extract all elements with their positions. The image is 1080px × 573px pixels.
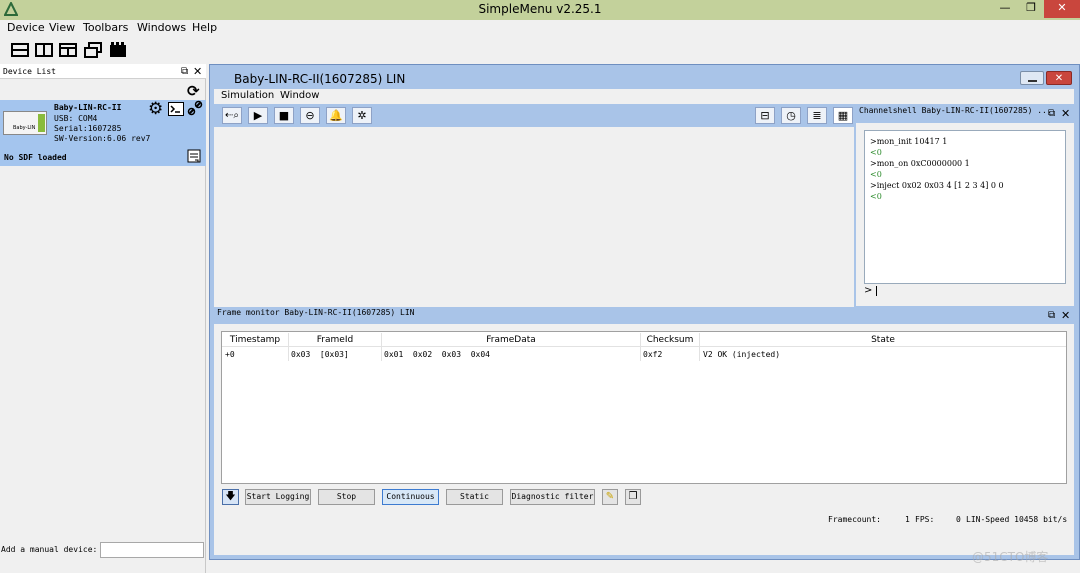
stop-button[interactable]: Stop <box>318 489 375 505</box>
channelshell-title: Channelshell Baby-LIN-RC-II(1607285) ... <box>859 106 1052 115</box>
frame-monitor-float-icon[interactable]: ⧉ <box>1048 310 1055 321</box>
sdf-status: No SDF loaded <box>4 153 67 162</box>
search-frame-icon[interactable]: ⇠⌕ <box>222 107 242 124</box>
menu-toolbars[interactable]: Toolbars <box>83 20 128 36</box>
layout-vertical-icon[interactable] <box>35 42 53 58</box>
minimize-button[interactable]: — <box>992 0 1018 16</box>
device-name: Baby-LIN-RC-II <box>54 103 122 112</box>
clock-icon[interactable]: ◷ <box>781 107 801 124</box>
frame-monitor-close-icon[interactable]: ✕ <box>1061 309 1070 322</box>
manual-device-label: Add a manual device: <box>1 545 98 554</box>
loop-icon[interactable]: ⊖ <box>300 107 320 124</box>
frame-monitor-title: Frame monitor Baby-LIN-RC-II(1607285) LI… <box>217 308 415 317</box>
col-state[interactable]: State <box>700 335 1066 347</box>
framecount-value: 1 <box>905 515 910 524</box>
layout-grid-icon[interactable] <box>59 42 77 58</box>
shell-line: <0 <box>870 148 882 157</box>
menu-window[interactable]: Window <box>280 90 319 101</box>
close-panel-icon[interactable]: ✕ <box>193 65 202 78</box>
tile-windows-icon[interactable] <box>109 42 127 58</box>
sub-window-menubar <box>214 89 1074 104</box>
play-icon[interactable]: ▶ <box>248 107 268 124</box>
channelshell-output <box>864 130 1066 284</box>
device-terminal-icon[interactable] <box>168 102 184 119</box>
shell-line: >inject 0x02 0x03 4 [1 2 3 4] 0 0 <box>870 181 1004 190</box>
continuous-button[interactable]: Continuous <box>382 489 439 505</box>
menu-device[interactable]: Device <box>7 20 45 36</box>
device-thumb-stripe <box>38 114 45 132</box>
app-title: SimpleMenu v2.25.1 <box>478 2 602 16</box>
clear-icon[interactable]: ✎ <box>602 489 618 505</box>
wakeup-icon[interactable]: 🔔 <box>326 107 346 124</box>
copy-icon[interactable]: ❐ <box>625 489 641 505</box>
restore-button[interactable]: ❐ <box>1018 0 1044 16</box>
cascade-windows-icon[interactable] <box>84 42 102 58</box>
layout-horizontal-icon[interactable] <box>11 42 29 58</box>
list-icon[interactable]: ≣ <box>807 107 827 124</box>
stop-icon[interactable]: ■ <box>274 107 294 124</box>
simulation-area <box>214 127 854 307</box>
shell-line: <0 <box>870 192 882 201</box>
col-framedata[interactable]: FrameData <box>382 335 640 347</box>
cell-state: V2 OK (injected) <box>703 350 781 359</box>
manual-device-input[interactable] <box>100 542 204 558</box>
device-serial: Serial:1607285 <box>54 124 122 133</box>
sub-window-close-button[interactable]: ✕ <box>1046 71 1072 85</box>
cell-frameid: 0x03 [0x03] <box>291 350 349 359</box>
menu-view[interactable]: View <box>49 20 75 36</box>
lin-speed: LIN-Speed 10458 bit/s <box>966 515 1068 524</box>
cell-timestamp: +0 <box>225 350 235 359</box>
shell-prompt: > <box>864 285 873 296</box>
device-usb: USB: COM4 <box>54 114 98 123</box>
channelshell-close-icon[interactable]: ✕ <box>1061 107 1070 120</box>
sub-window-minimize-button[interactable] <box>1020 71 1044 85</box>
scroll-down-button[interactable]: 🡇 <box>222 489 239 505</box>
start-logging-button[interactable]: Start Logging <box>245 489 311 505</box>
menu-windows[interactable]: Windows <box>137 20 186 36</box>
watermark: @51CTO博客 <box>972 550 1049 564</box>
col-frameid[interactable]: FrameId <box>289 335 381 347</box>
cell-framedata: 0x01 0x02 0x03 0x04 <box>384 350 490 359</box>
menu-help[interactable]: Help <box>192 20 217 36</box>
device-settings-icon[interactable]: ⚙ <box>148 99 163 119</box>
device-list-title: Device List <box>3 67 56 76</box>
cell-checksum: 0xf2 <box>643 350 663 359</box>
device-thumbnail: Baby-LIN <box>3 111 47 135</box>
sub-window-title: Baby-LIN-RC-II(1607285) LIN <box>234 72 406 86</box>
shell-cursor <box>876 286 877 296</box>
menu-simulation[interactable]: Simulation <box>221 90 274 101</box>
refresh-icon[interactable]: ⟳ <box>187 82 200 100</box>
shell-line: >mon_on 0xC0000000 1 <box>870 159 970 168</box>
device-connect-icon[interactable] <box>187 100 203 119</box>
fps-label: FPS: <box>915 515 935 524</box>
sleep-icon[interactable]: ✲ <box>352 107 372 124</box>
diagnostic-filter-button[interactable]: Diagnostic filter <box>510 489 595 505</box>
table-view-icon[interactable]: ▦ <box>833 107 853 124</box>
col-timestamp[interactable]: Timestamp <box>222 335 288 347</box>
shell-line: >mon_init 10417 1 <box>870 137 948 146</box>
load-sdf-icon[interactable] <box>187 149 201 166</box>
bus-icon[interactable]: ⊟ <box>755 107 775 124</box>
framecount-label: Framecount: <box>828 515 881 524</box>
shell-command-input[interactable] <box>874 285 1066 298</box>
static-button[interactable]: Static <box>446 489 503 505</box>
shell-line: <0 <box>870 170 882 179</box>
channelshell-float-icon[interactable]: ⧉ <box>1048 108 1055 119</box>
device-thumb-label: Baby-LIN <box>13 125 36 131</box>
float-panel-icon[interactable]: ⧉ <box>181 66 188 77</box>
device-sw-version: SW-Version:6.06 rev7 <box>54 134 151 143</box>
col-checksum[interactable]: Checksum <box>641 335 699 347</box>
fps-value: 0 <box>956 515 961 524</box>
close-button[interactable]: ✕ <box>1044 0 1080 18</box>
